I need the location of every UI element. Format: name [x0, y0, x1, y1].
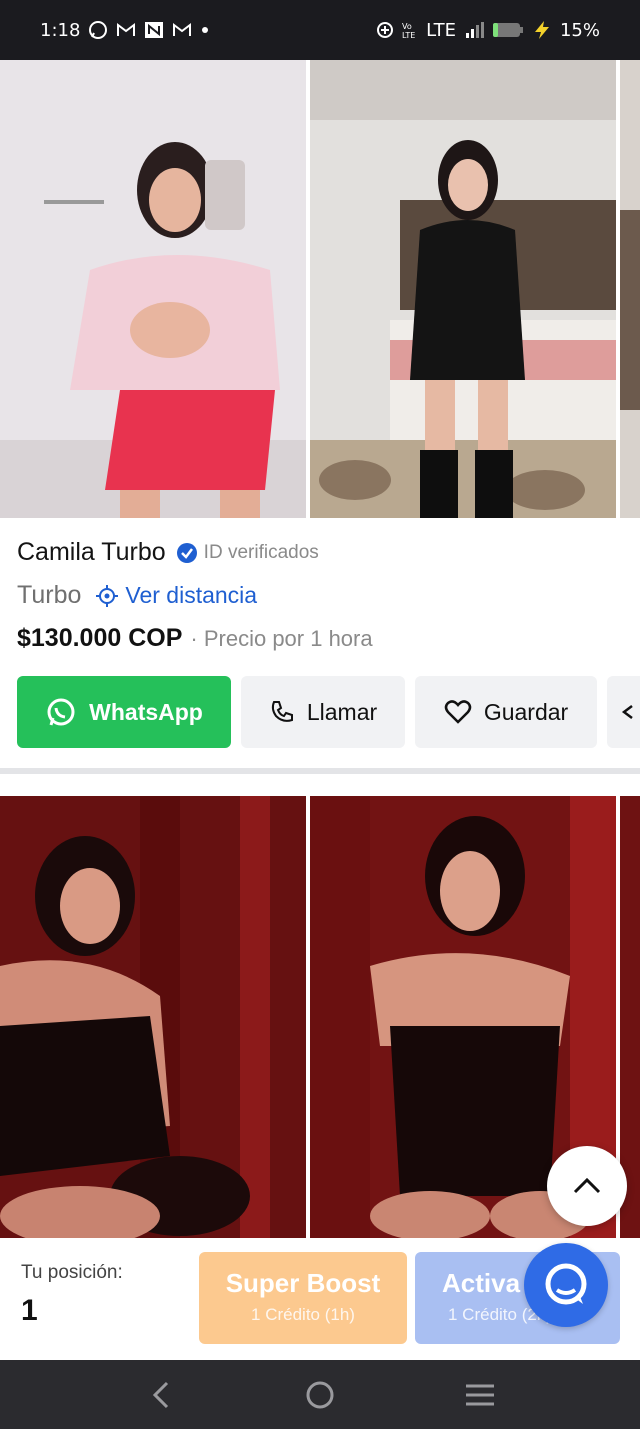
charging-icon	[532, 20, 552, 40]
price: $130.000 COP	[17, 624, 183, 652]
signal-icon	[464, 21, 484, 39]
heart-icon	[444, 699, 472, 725]
system-nav-bar	[0, 1360, 640, 1429]
distance-link[interactable]: Ver distancia	[95, 582, 257, 609]
status-bar: 1:18 Vo LTE LTE 15%	[0, 0, 640, 60]
listing-photo-carousel[interactable]	[0, 796, 640, 1238]
data-saver-icon	[376, 21, 394, 39]
super-boost-title: Super Boost	[225, 1268, 381, 1298]
network-type: LTE	[426, 19, 456, 41]
whatsapp-button[interactable]: WhatsApp	[17, 676, 231, 748]
scroll-to-top-button[interactable]	[547, 1146, 627, 1226]
share-icon	[620, 702, 634, 722]
home-icon	[305, 1380, 335, 1410]
verified-label: ID verificados	[203, 541, 319, 563]
recents-button[interactable]	[450, 1370, 510, 1420]
verified-badge: ID verificados	[176, 542, 319, 564]
dot-icon	[200, 25, 210, 35]
volte-icon: Vo LTE	[402, 21, 418, 39]
listing-photo[interactable]	[310, 60, 616, 518]
action-buttons: WhatsApp Llamar Guardar	[17, 676, 640, 748]
gmail-icon	[116, 22, 136, 38]
back-icon	[149, 1380, 171, 1410]
location-label: Turbo	[17, 581, 82, 609]
home-button[interactable]	[290, 1370, 350, 1420]
super-boost-button[interactable]: Super Boost 1 Crédito (1h)	[199, 1252, 407, 1344]
super-boost-subtitle: 1 Crédito (1h)	[251, 1305, 355, 1324]
save-label: Guardar	[483, 698, 569, 725]
battery-level: 15%	[559, 19, 600, 41]
status-left: 1:18	[40, 20, 210, 41]
battery-icon	[492, 22, 524, 38]
menu-icon	[464, 1383, 496, 1407]
save-button[interactable]: Guardar	[415, 676, 597, 748]
listing-name[interactable]: Camila Turbo	[17, 538, 166, 567]
share-button[interactable]	[607, 676, 640, 748]
position-value: 1	[21, 1294, 38, 1327]
verified-check-icon	[176, 542, 198, 564]
listing-photo-carousel[interactable]	[0, 60, 640, 518]
status-time: 1:18	[40, 19, 81, 41]
svg-text:LTE: LTE	[402, 31, 415, 39]
price-row: $130.000 COP · Precio por 1 hora	[17, 624, 373, 653]
listing-photo[interactable]	[0, 796, 306, 1238]
listing-card[interactable]: Camila Turbo ID verificados Turbo Ver di…	[0, 518, 640, 768]
whatsapp-icon	[88, 20, 108, 40]
price-note: · Precio por 1 hora	[190, 626, 373, 651]
whatsapp-label: WhatsApp	[89, 698, 203, 725]
listing-photo[interactable]	[0, 60, 306, 518]
section-divider	[0, 768, 640, 774]
gmail-icon	[172, 22, 192, 38]
phone-icon	[269, 699, 295, 725]
call-label: Llamar	[306, 698, 378, 725]
position-label: Tu posición:	[21, 1262, 123, 1283]
back-button[interactable]	[130, 1370, 190, 1420]
listing-photo[interactable]	[620, 60, 640, 518]
chat-bubble-icon	[541, 1260, 591, 1310]
chevron-up-icon	[572, 1177, 602, 1195]
location-row: Turbo Ver distancia	[17, 581, 257, 610]
svg-text:Vo: Vo	[402, 22, 412, 31]
name-row: Camila Turbo ID verificados	[17, 538, 319, 567]
chat-button[interactable]	[524, 1243, 608, 1327]
crosshair-icon	[95, 584, 119, 608]
call-button[interactable]: Llamar	[241, 676, 405, 748]
news-icon	[144, 21, 164, 39]
distance-label: Ver distancia	[125, 582, 258, 608]
whatsapp-icon	[45, 696, 77, 728]
status-right: Vo LTE LTE 15%	[376, 20, 600, 41]
